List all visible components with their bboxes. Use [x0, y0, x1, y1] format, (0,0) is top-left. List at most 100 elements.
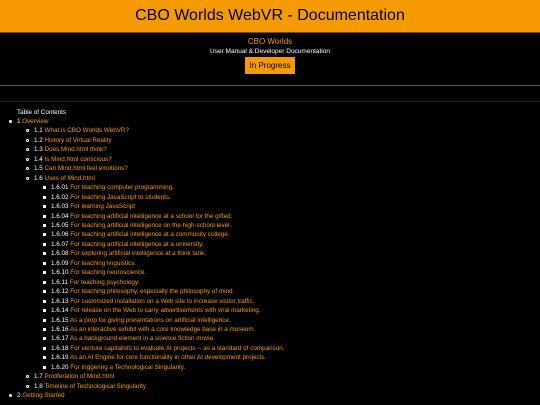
toc-item-number: 1.6.04 [51, 212, 69, 220]
toc-item-number: 1.3 [34, 146, 43, 154]
toc-sublist: 1.1 What is CBO Worlds WebVR? 1.2 History… [17, 126, 284, 391]
toc-link[interactable]: As a background element in a science fic… [70, 335, 215, 342]
doc-subtitle: User Manual & Developer Documentation [210, 48, 330, 55]
toc-link[interactable]: As an interactive exhibit with a core kn… [70, 326, 256, 333]
toc-link[interactable]: For teaching artificial intelligence at … [70, 241, 203, 248]
toc-link[interactable]: For learning JavaScript [70, 203, 135, 210]
toc-item: 1.6.08 For exploring artificial intellig… [42, 249, 284, 258]
toc-link[interactable]: Overview [22, 118, 48, 125]
toc-item-number: 1.6.06 [51, 231, 69, 239]
toc-link[interactable]: Getting Started [22, 392, 64, 399]
toc-item-number: 1.6 [34, 174, 43, 182]
toc-link[interactable]: Uses of Mind.html [45, 175, 95, 182]
toc-item: 1.6.05 For teaching artificial intellige… [42, 221, 284, 230]
toc-item-number: 1.4 [34, 155, 43, 163]
toc-item-number: 1.6.13 [51, 297, 69, 305]
toc-link[interactable]: Does Mind.html think? [45, 146, 107, 153]
toc-item: 1.6.20 For triggering a Technological Si… [42, 363, 284, 372]
toc-item-number: 1.6.05 [51, 221, 69, 229]
toc-link[interactable]: For teaching computer programming. [70, 184, 174, 191]
toc-link[interactable]: For teaching psychology. [70, 279, 140, 286]
toc-link[interactable]: For teaching philosophy, especially the … [70, 288, 234, 295]
toc-item-number: 1.6.19 [51, 354, 69, 362]
toc-item: 1.6.16 As an interactive exhibit with a … [42, 325, 284, 334]
toc-link[interactable]: For exploring artificial intelligence at… [70, 250, 206, 257]
toc-link[interactable]: As an AI Engine for core functionality i… [70, 354, 266, 361]
toc-link[interactable]: As a prop for giving presentations on ar… [70, 317, 231, 324]
toc-item: 1.6.01 For teaching computer programming… [42, 183, 284, 192]
toc-link[interactable]: Proliferation of Mind.html [45, 373, 115, 380]
toc-item: 1.3 Does Mind.html think? [25, 145, 284, 154]
toc-item: 1.6.13 For customized installation on a … [42, 297, 284, 306]
toc-item: 1 Overview 1.1 What is CBO Worlds WebVR? 1… [8, 117, 284, 391]
toc-item: 1.6.10 For teaching neuroscience. [42, 268, 284, 277]
page-header: CBO Worlds WebVR - Documentation [0, 0, 540, 33]
toc-item: 1.6.19 As an AI Engine for core function… [42, 353, 284, 362]
toc-item-number: 1.6.10 [51, 269, 69, 277]
toc-item: 1.6.07 For teaching artificial intellige… [42, 240, 284, 249]
toc-link[interactable]: For triggering a Technological Singulari… [70, 364, 185, 371]
org-name: CBO Worlds [247, 37, 293, 46]
toc-item: 1.6.11 For teaching psychology. [42, 278, 284, 287]
toc-item-number: 1.6.18 [51, 344, 69, 352]
toc-item-number: 1.2 [34, 136, 43, 144]
toc-link[interactable]: History of Virtual Reality [45, 137, 112, 144]
toc-item-number: 2 [17, 392, 21, 400]
toc-list: 1 Overview 1.1 What is CBO Worlds WebVR? 1… [8, 117, 284, 401]
toc-item-number: 1.6.17 [51, 335, 69, 343]
toc-item-number: 1.5 [34, 165, 43, 173]
toc-item-number: 1.6.08 [51, 250, 69, 258]
toc-item: 1.6 Uses of Mind.html 1.6.01 For teaching… [25, 174, 284, 373]
toc-item: 1.6.18 For venture capitalists to evalua… [42, 344, 284, 353]
toc-item: 1.6.12 For teaching philosophy, especial… [42, 287, 284, 296]
toc-item: 1.6.14 For release on the Web to carry a… [42, 306, 284, 315]
toc-link[interactable]: For teaching artificial intelligence at … [70, 213, 232, 220]
toc-item: 1.6.17 As a background element in a scie… [42, 334, 284, 343]
divider [0, 101, 540, 102]
toc-item-number: 1 [17, 118, 21, 125]
toc-item: 1.8 Timeline of Technological Singularit… [25, 382, 284, 391]
toc-item: 2 Getting Started [8, 391, 284, 400]
toc-link[interactable]: What is CBO Worlds WebVR? [45, 127, 129, 134]
toc-item-number: 1.6.16 [51, 325, 69, 333]
toc-item-number: 1.6.07 [51, 240, 69, 248]
toc-item: 1.1 What is CBO Worlds WebVR? [25, 126, 284, 135]
toc-item-number: 1.6.14 [51, 307, 69, 315]
toc-item: 1.2 History of Virtual Reality [25, 136, 284, 145]
toc-link[interactable]: Timeline of Technological Singularity [44, 383, 146, 390]
toc-item: 1.6.02 For teaching JavaScript to studen… [42, 193, 284, 202]
toc-item-number: 1.6.03 [51, 203, 69, 211]
toc-item-number: 1.6.12 [51, 288, 69, 296]
toc-item: 1.6.15 As a prop for giving presentation… [42, 316, 284, 325]
toc-link[interactable]: For venture capitalists to evaluate AI p… [70, 345, 284, 352]
toc-link[interactable]: For teaching linguistics. [70, 260, 136, 267]
toc-link[interactable]: For teaching JavaScript to students. [70, 194, 170, 201]
toc-link[interactable]: For release on the Web to carry advertis… [70, 307, 260, 314]
toc-item-number: 1.6.01 [51, 184, 69, 192]
toc-item-number: 1.8 [34, 382, 43, 390]
toc-link[interactable]: For teaching artificial intelligence on … [70, 222, 231, 229]
toc-link[interactable]: For teaching neuroscience. [70, 269, 146, 276]
toc-item: 1.4 Is Mind.html conscious? [25, 155, 284, 164]
toc-link[interactable]: For customized installation on a Web sit… [70, 298, 254, 305]
intro-box: CBO Worlds User Manual & Developer Docum… [0, 33, 540, 86]
toc-sublist: 1.6.01 For teaching computer programming… [34, 183, 284, 372]
toc-item-number: 1.6.09 [51, 259, 69, 267]
toc-item: 1.6.03 For learning JavaScript [42, 202, 284, 211]
toc-item-number: 1.6.15 [51, 316, 69, 324]
toc-item: 1.6.04 For teaching artificial intellige… [42, 212, 284, 221]
toc-item-number: 1.1 [34, 127, 43, 135]
toc-item: 1.5 Can Mind.html feel emotions? [25, 164, 284, 173]
toc-item-number: 1.6.02 [51, 193, 69, 201]
status-button[interactable]: In Progress [244, 56, 296, 75]
toc-item: 1.7 Proliferation of Mind.html [25, 372, 284, 381]
toc-item-number: 1.6.11 [51, 278, 69, 286]
page-title: CBO Worlds WebVR - Documentation [135, 7, 405, 24]
toc-item-number: 1.7 [34, 373, 43, 381]
toc-item-number: 1.6.20 [51, 363, 69, 371]
toc-link[interactable]: Is Mind.html conscious? [45, 156, 112, 163]
toc-item: 1.6.06 For teaching artificial intellige… [42, 230, 284, 239]
toc-link[interactable]: Can Mind.html feel emotions? [45, 165, 128, 172]
toc-link[interactable]: For teaching artificial intelligence at … [70, 231, 229, 238]
toc-item: 1.6.09 For teaching linguistics. [42, 259, 284, 268]
